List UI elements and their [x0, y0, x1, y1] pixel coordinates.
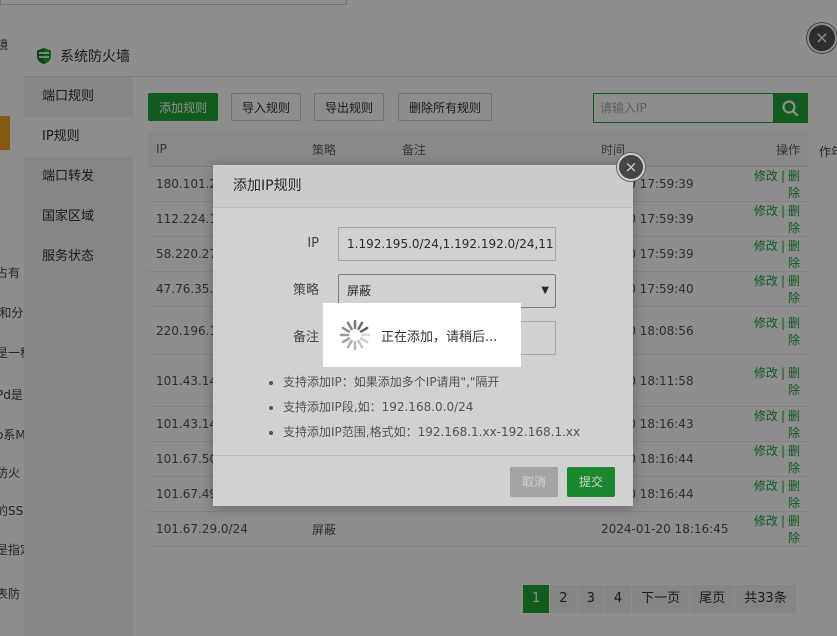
- spinner-icon: [339, 319, 371, 351]
- loading-text: 正在添加，请稍后...: [381, 329, 498, 345]
- loading-toast: 正在添加，请稍后...: [323, 303, 521, 367]
